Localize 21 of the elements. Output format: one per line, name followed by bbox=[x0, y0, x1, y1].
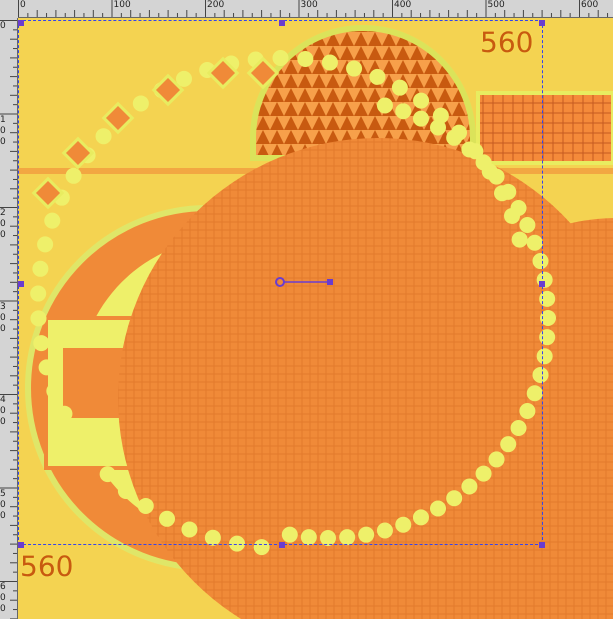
ruler-label: 500 bbox=[488, 0, 505, 10]
resize-handle[interactable] bbox=[18, 542, 24, 548]
ruler-label: 100 bbox=[114, 0, 131, 10]
ruler-label: 200 bbox=[207, 0, 224, 10]
ruler-label: 600 bbox=[581, 0, 598, 10]
ruler-label: 300 bbox=[300, 0, 318, 10]
resize-handle[interactable] bbox=[279, 20, 285, 26]
resize-handle[interactable] bbox=[18, 20, 24, 26]
ruler-label: 0 bbox=[20, 0, 26, 10]
ruler-label: 500 bbox=[0, 488, 8, 522]
resize-handle[interactable] bbox=[279, 542, 285, 548]
ruler-label: 300 bbox=[0, 302, 8, 334]
resize-handle[interactable] bbox=[18, 281, 24, 287]
ruler-label: 100 bbox=[0, 114, 8, 148]
size-label: 560 bbox=[480, 28, 534, 58]
resize-handle[interactable] bbox=[539, 20, 545, 26]
resize-handle[interactable] bbox=[539, 281, 545, 287]
rotation-handle-icon[interactable] bbox=[275, 277, 333, 287]
resize-handle[interactable] bbox=[539, 542, 545, 548]
ruler-label: 400 bbox=[394, 0, 412, 10]
size-label: 560 bbox=[20, 552, 74, 582]
